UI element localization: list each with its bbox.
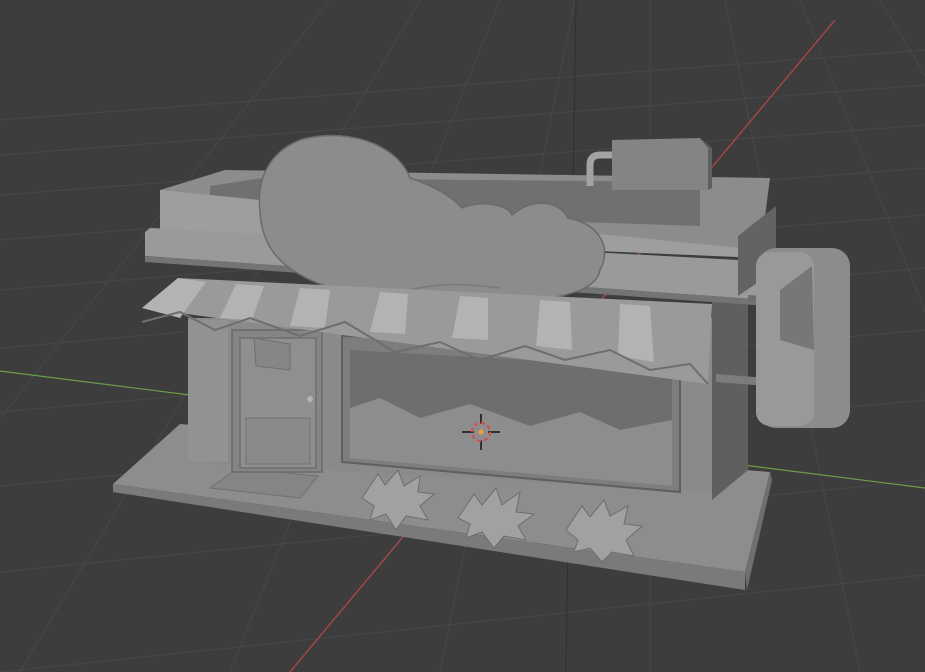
viewport-canvas[interactable] — [0, 0, 925, 672]
cloud-sign[interactable] — [258, 134, 606, 302]
door[interactable] — [239, 337, 317, 469]
3d-viewport[interactable] — [0, 0, 925, 672]
door-sign-plate — [253, 337, 291, 371]
door-knob — [307, 396, 313, 402]
